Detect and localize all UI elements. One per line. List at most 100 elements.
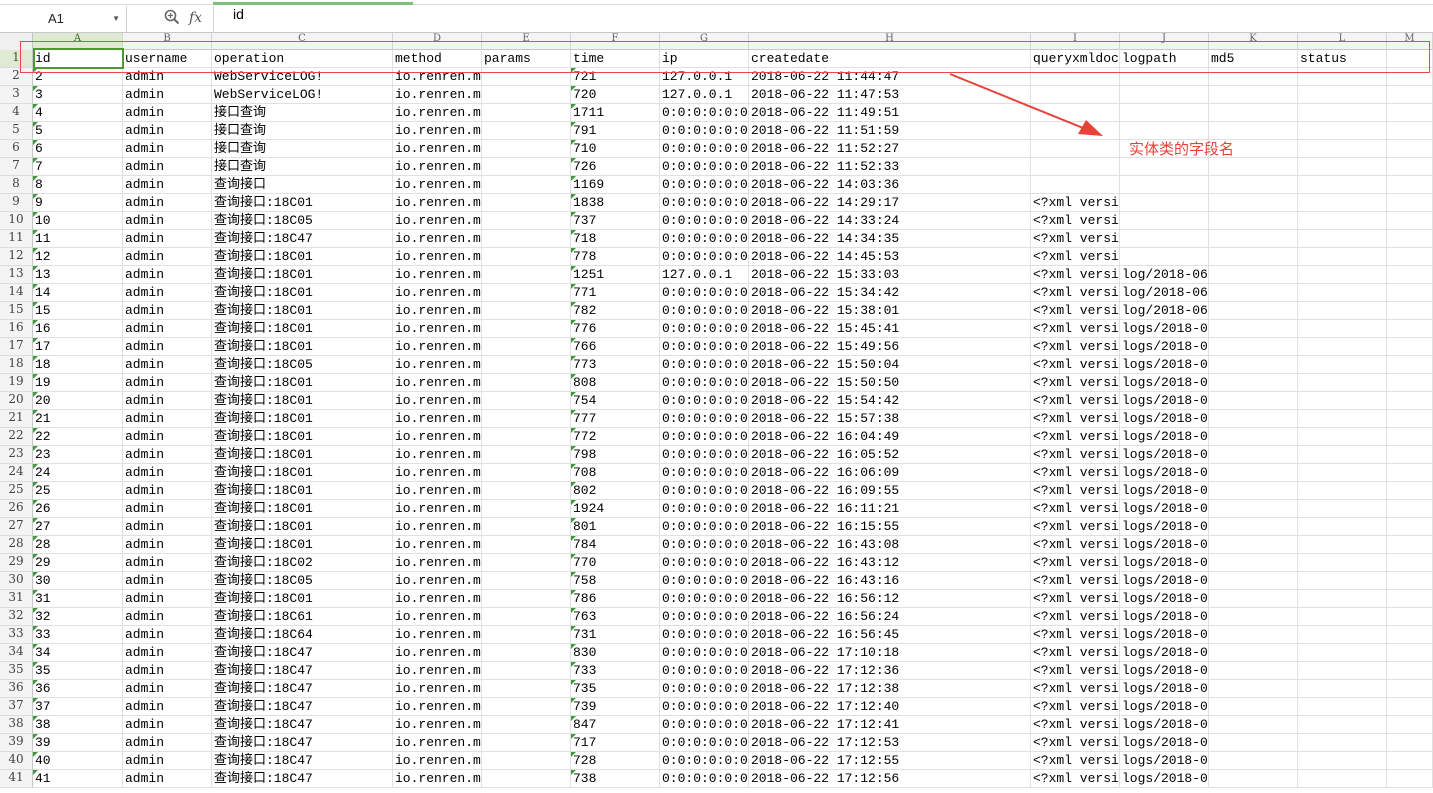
cell[interactable]: 0:0:0:0:0:0 — [660, 716, 749, 734]
cell[interactable]: admin — [123, 572, 212, 590]
cell[interactable]: logs/2018-0 — [1120, 392, 1209, 410]
row-number[interactable]: 25 — [0, 482, 33, 500]
cell[interactable]: 7 — [33, 158, 123, 176]
cell[interactable]: 0:0:0:0:0:0 — [660, 752, 749, 770]
cell[interactable] — [1298, 626, 1387, 644]
cell[interactable]: logs/2018-0 — [1120, 608, 1209, 626]
cell[interactable]: <?xml versi — [1031, 392, 1120, 410]
column-header-b[interactable]: B — [123, 33, 212, 50]
cell[interactable] — [1387, 572, 1433, 590]
cell[interactable] — [1209, 266, 1298, 284]
cell[interactable]: 737 — [571, 212, 660, 230]
cell[interactable] — [1387, 410, 1433, 428]
header-cell[interactable]: status — [1298, 50, 1387, 68]
cell[interactable] — [1387, 698, 1433, 716]
cell[interactable] — [482, 86, 571, 104]
cell[interactable]: logs/2018-0 — [1120, 662, 1209, 680]
cell[interactable] — [1298, 554, 1387, 572]
cell[interactable]: 0:0:0:0:0:0 — [660, 446, 749, 464]
cell[interactable]: 查询接口:18C01 — [212, 392, 393, 410]
cell[interactable] — [482, 194, 571, 212]
cell[interactable] — [1387, 482, 1433, 500]
cell[interactable] — [1387, 158, 1433, 176]
cell[interactable] — [1387, 500, 1433, 518]
cell[interactable] — [482, 392, 571, 410]
cell[interactable] — [482, 428, 571, 446]
cell[interactable]: 0:0:0:0:0:0 — [660, 392, 749, 410]
cell[interactable]: 36 — [33, 680, 123, 698]
cell[interactable]: io.renren.m — [393, 248, 482, 266]
column-header-j[interactable]: J — [1120, 33, 1209, 50]
cell[interactable] — [1120, 86, 1209, 104]
cell[interactable]: logs/2018-0 — [1120, 680, 1209, 698]
cell[interactable]: 801 — [571, 518, 660, 536]
cell[interactable]: admin — [123, 716, 212, 734]
row-number[interactable]: 1 — [0, 50, 33, 68]
cell[interactable]: 2018-06-22 14:45:53 — [749, 248, 1031, 266]
cell[interactable]: 接口查询 — [212, 140, 393, 158]
cell[interactable]: 接口查询 — [212, 104, 393, 122]
cell[interactable] — [1120, 176, 1209, 194]
cell[interactable]: logs/2018-0 — [1120, 482, 1209, 500]
cell[interactable]: 1924 — [571, 500, 660, 518]
cell[interactable] — [482, 266, 571, 284]
cell[interactable]: io.renren.m — [393, 104, 482, 122]
cell[interactable]: 0:0:0:0:0:0 — [660, 734, 749, 752]
cell[interactable]: 720 — [571, 86, 660, 104]
cell[interactable] — [1387, 770, 1433, 788]
cell[interactable]: 0:0:0:0:0:0 — [660, 410, 749, 428]
cell[interactable] — [1120, 248, 1209, 266]
cell[interactable] — [482, 356, 571, 374]
cell[interactable] — [482, 500, 571, 518]
cell[interactable]: 35 — [33, 662, 123, 680]
cell[interactable]: 20 — [33, 392, 123, 410]
cell[interactable] — [1387, 230, 1433, 248]
cell[interactable]: 2018-06-22 17:12:36 — [749, 662, 1031, 680]
cell[interactable]: 2018-06-22 16:56:12 — [749, 590, 1031, 608]
zoom-icon[interactable] — [164, 9, 180, 25]
cell[interactable]: 733 — [571, 662, 660, 680]
cell[interactable]: 9 — [33, 194, 123, 212]
cell[interactable]: admin — [123, 122, 212, 140]
cell[interactable] — [1209, 590, 1298, 608]
column-header-k[interactable]: K — [1209, 33, 1298, 50]
header-cell[interactable]: queryxmldoc — [1031, 50, 1120, 68]
cell[interactable] — [482, 122, 571, 140]
cell[interactable]: logs/2018-0 — [1120, 410, 1209, 428]
cell[interactable] — [1209, 392, 1298, 410]
cell[interactable]: 2018-06-22 16:56:45 — [749, 626, 1031, 644]
cell[interactable] — [482, 770, 571, 788]
cell[interactable]: io.renren.m — [393, 140, 482, 158]
cell[interactable]: 2018-06-22 16:43:16 — [749, 572, 1031, 590]
cell[interactable] — [1298, 374, 1387, 392]
cell[interactable]: io.renren.m — [393, 752, 482, 770]
cell[interactable]: 0:0:0:0:0:0 — [660, 464, 749, 482]
cell[interactable]: 0:0:0:0:0:0 — [660, 644, 749, 662]
cell[interactable]: 查询接口:18C01 — [212, 374, 393, 392]
row-number[interactable]: 33 — [0, 626, 33, 644]
cell[interactable]: io.renren.m — [393, 194, 482, 212]
cell[interactable] — [482, 104, 571, 122]
row-number[interactable]: 19 — [0, 374, 33, 392]
cell[interactable]: <?xml versi — [1031, 662, 1120, 680]
cell[interactable]: 0:0:0:0:0:0 — [660, 698, 749, 716]
cell[interactable]: 0:0:0:0:0:0 — [660, 158, 749, 176]
cell[interactable]: logs/2018-0 — [1120, 500, 1209, 518]
cell[interactable]: 8 — [33, 176, 123, 194]
cell[interactable]: <?xml versi — [1031, 698, 1120, 716]
cell[interactable] — [1209, 734, 1298, 752]
cell[interactable]: 24 — [33, 464, 123, 482]
cell[interactable] — [1298, 428, 1387, 446]
cell[interactable]: 721 — [571, 68, 660, 86]
cell[interactable]: 22 — [33, 428, 123, 446]
cell[interactable]: admin — [123, 140, 212, 158]
cell[interactable] — [1209, 698, 1298, 716]
row-number[interactable]: 31 — [0, 590, 33, 608]
cell[interactable]: 0:0:0:0:0:0 — [660, 356, 749, 374]
cell[interactable]: 1251 — [571, 266, 660, 284]
cell[interactable]: 32 — [33, 608, 123, 626]
cell[interactable]: 771 — [571, 284, 660, 302]
cell[interactable] — [1298, 320, 1387, 338]
cell[interactable]: 2018-06-22 17:12:55 — [749, 752, 1031, 770]
row-number[interactable]: 24 — [0, 464, 33, 482]
